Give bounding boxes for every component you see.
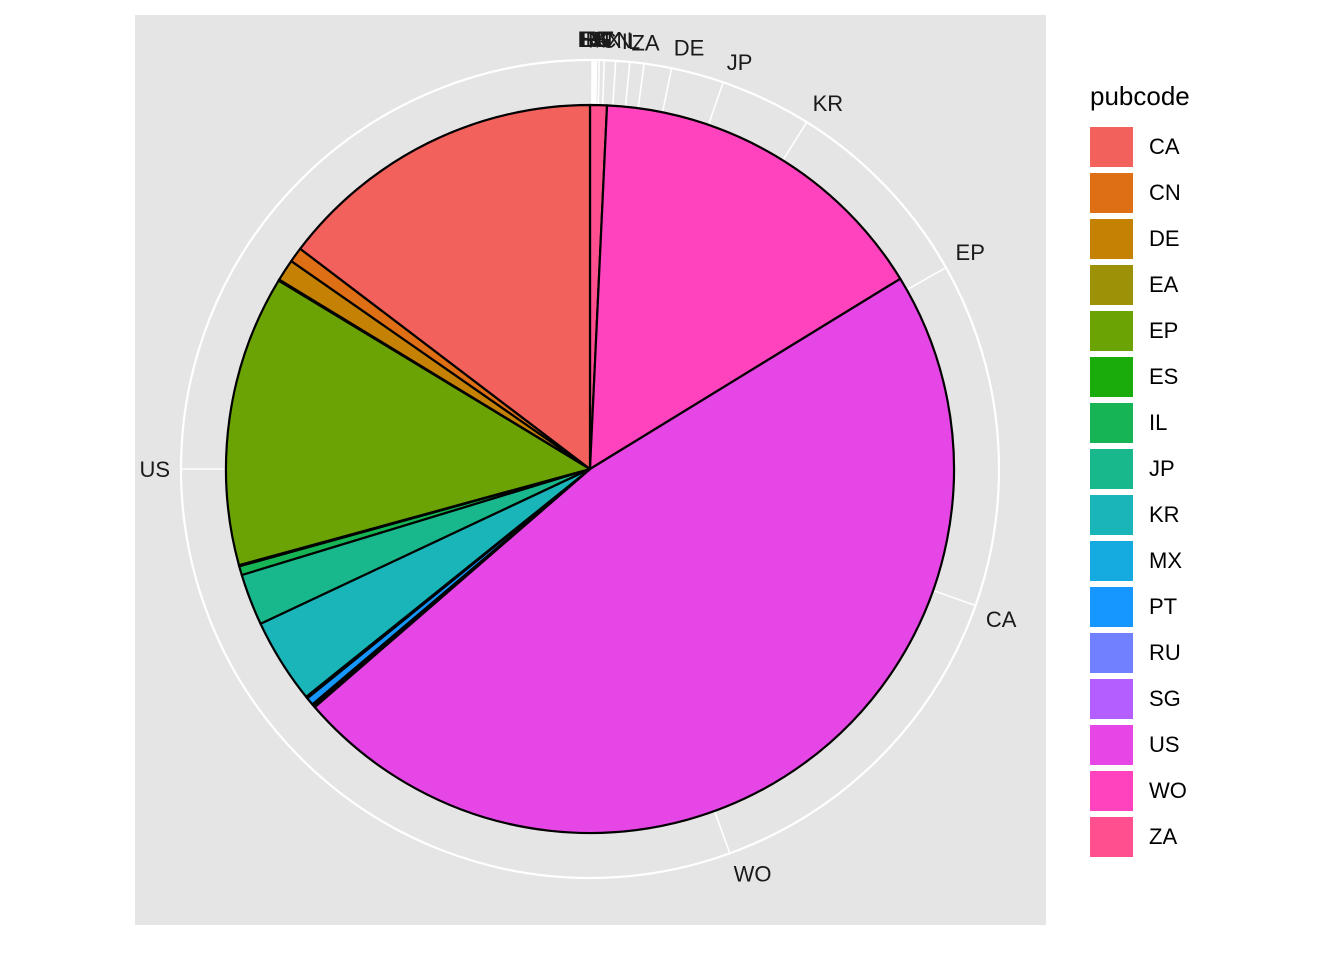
legend-title: pubcode (1090, 81, 1190, 111)
legend-item-jp: JP (1090, 446, 1190, 492)
legend-key (1090, 403, 1133, 443)
legend-key (1090, 587, 1133, 627)
theta-gridline (593, 60, 596, 106)
legend-label: DE (1149, 226, 1180, 251)
legend-item-sg: SG (1090, 676, 1190, 722)
theta-label: ZA (631, 31, 659, 56)
legend-key (1090, 771, 1133, 811)
theta-label: WO (734, 862, 772, 887)
legend-items: CA CN DE EA EP ES IL JP KR MX PT RU SG US WO ZA (1090, 124, 1190, 860)
legend-key (1090, 219, 1133, 259)
legend-item-mx: MX (1090, 538, 1190, 584)
legend-label: JP (1149, 456, 1175, 481)
legend-item-ru: RU (1090, 630, 1190, 676)
legend-item-us: US (1090, 722, 1190, 768)
theta-gridline (594, 60, 598, 106)
legend-label: KR (1149, 502, 1180, 527)
slice-layer (224, 103, 956, 835)
legend-item-kr: KR (1090, 492, 1190, 538)
legend-item-wo: WO (1090, 768, 1190, 814)
theta-gridline (597, 60, 601, 106)
legend-key (1090, 679, 1133, 719)
theta-label: JP (727, 50, 753, 75)
legend-key (1090, 357, 1133, 397)
legend-label: EA (1149, 272, 1179, 297)
theta-label: CA (986, 607, 1017, 632)
legend-key (1090, 265, 1133, 305)
theta-label: US (139, 457, 170, 482)
legend-label: RU (1149, 640, 1181, 665)
legend-item-cn: CN (1090, 170, 1190, 216)
legend-key (1090, 541, 1133, 581)
legend-item-pt: PT (1090, 584, 1190, 630)
legend-label: EP (1149, 318, 1179, 343)
legend-label: CN (1149, 180, 1181, 205)
legend-key (1090, 173, 1133, 213)
legend-key (1090, 449, 1133, 489)
legend-key (1090, 725, 1133, 765)
legend-label: IL (1149, 410, 1168, 435)
legend-item-de: DE (1090, 216, 1190, 262)
legend-label: US (1149, 732, 1180, 757)
theta-label: EP (956, 240, 985, 265)
legend-label: SG (1149, 686, 1181, 711)
legend: pubcode CA CN DE EA EP ES IL JP KR MX PT RU SG US WO ZA (1090, 80, 1190, 860)
legend-item-ca: CA (1090, 124, 1190, 170)
legend-item-il: IL (1090, 400, 1190, 446)
legend-label: ZA (1149, 824, 1178, 849)
legend-label: CA (1149, 134, 1180, 159)
legend-key (1090, 311, 1133, 351)
legend-key (1090, 127, 1133, 167)
theta-label: DE (674, 35, 705, 60)
theta-label: KR (813, 91, 844, 116)
legend-item-es: ES (1090, 354, 1190, 400)
legend-key (1090, 495, 1133, 535)
legend-key (1090, 817, 1133, 857)
legend-label: MX (1149, 548, 1182, 573)
legend-key (1090, 633, 1133, 673)
legend-item-ea: EA (1090, 262, 1190, 308)
legend-label: WO (1149, 778, 1187, 803)
legend-item-ep: EP (1090, 308, 1190, 354)
legend-label: ES (1149, 364, 1179, 389)
legend-item-za: ZA (1090, 814, 1190, 860)
legend-label: PT (1149, 594, 1178, 619)
